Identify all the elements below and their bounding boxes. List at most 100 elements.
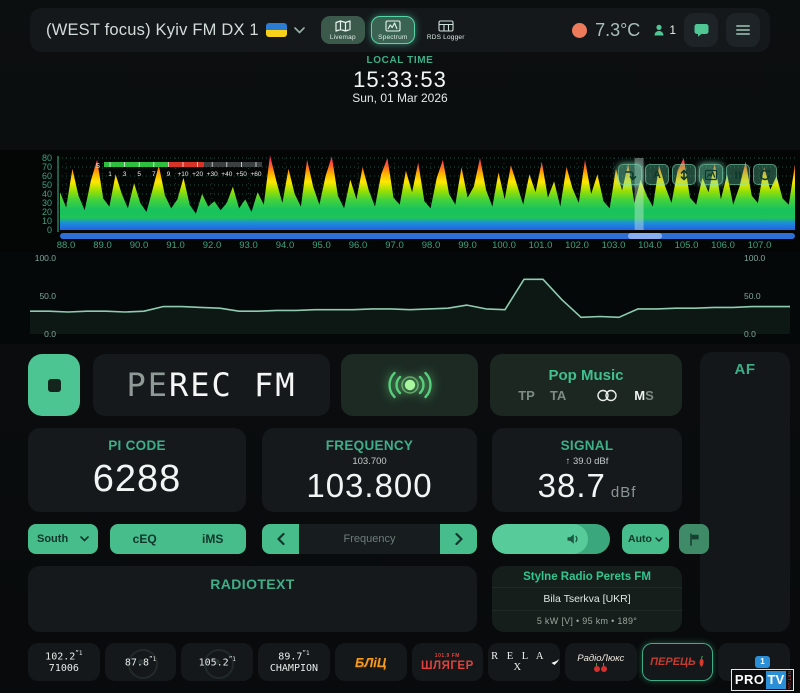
- relax-logo: R E L A X: [488, 651, 560, 673]
- preset-button-blits[interactable]: БЛіЦ: [335, 643, 407, 681]
- pause-icon: [731, 168, 745, 182]
- ms-flag: MS: [634, 388, 654, 403]
- spectrum-button[interactable]: Spectrum: [371, 16, 415, 44]
- pepper-icon: [698, 656, 705, 668]
- stop-square-icon: [48, 379, 61, 392]
- radio-lux-logo: РадіоЛюкс: [577, 653, 624, 664]
- temperature-value: 7.3°C: [595, 20, 640, 41]
- svg-text:+60: +60: [250, 171, 261, 178]
- frequency-value: 103.800: [262, 467, 477, 505]
- svg-text:0.0: 0.0: [744, 329, 756, 339]
- local-time-block: LOCAL TIME 15:33:53 Sun, 01 Mar 2026: [0, 55, 800, 106]
- local-time-label: LOCAL TIME: [0, 55, 800, 67]
- auto-mode-button[interactable]: A: [645, 164, 669, 185]
- signal-history-graph: 100.0100.050.050.00.00.0: [0, 252, 800, 344]
- signal-number: 38.7: [538, 467, 606, 504]
- broadcast-icon: [378, 370, 442, 400]
- rds-flags: TP TA MS: [518, 388, 654, 403]
- volume-slider[interactable]: [492, 524, 610, 554]
- menu-button[interactable]: [726, 13, 760, 47]
- station-location: Bila Tserkva [UKR]: [543, 593, 630, 605]
- pty-value: Pop Music: [548, 367, 623, 384]
- spectrum-graph[interactable]: 8070605040302010088.089.090.091.092.093.…: [0, 150, 800, 252]
- svg-text:106.0: 106.0: [711, 240, 735, 251]
- chevron-right-icon: [455, 533, 463, 545]
- speaker-icon: [566, 533, 581, 545]
- protv-net-text: NET.UA: [786, 671, 792, 689]
- preset-button-shlyager[interactable]: 101.9 FM ШЛЯГЕР: [412, 643, 484, 681]
- eq-ims-toggle-group: cEQ iMS: [110, 524, 246, 554]
- graph-mode-button[interactable]: [699, 164, 723, 185]
- chevron-down-icon: [294, 27, 305, 34]
- shlyager-logo: ШЛЯГЕР: [421, 660, 474, 672]
- user-icon: [652, 23, 666, 37]
- preset-bar: 102.2”1 71006 87.8”1 105.2”1 89.7”1 CHAM…: [28, 643, 790, 681]
- server-selector[interactable]: (WEST focus) Kyiv FM DX 1: [46, 21, 305, 40]
- tp-flag: TP: [518, 388, 535, 403]
- ta-flag: TA: [550, 388, 566, 403]
- svg-text:92.0: 92.0: [203, 240, 222, 251]
- broadcast-watermark-icon: [128, 649, 158, 679]
- signal-panel: SIGNAL ↑ 39.0 dBf 38.7dBf: [492, 428, 682, 512]
- preset-button-lux[interactable]: РадіоЛюкс: [565, 643, 637, 681]
- svg-text:+40: +40: [221, 171, 232, 178]
- audio-stop-button[interactable]: [28, 354, 80, 416]
- listener-count: 1: [652, 23, 676, 37]
- flag-button[interactable]: [679, 524, 709, 554]
- ims-toggle[interactable]: iMS: [202, 532, 223, 546]
- preset-button-1[interactable]: 102.2”1 71006: [28, 643, 100, 681]
- preset-button-relax[interactable]: R E L A X: [488, 643, 560, 681]
- svg-text:90.0: 90.0: [130, 240, 149, 251]
- topbar-nav: Livemap Spectrum RDS Logger: [321, 16, 471, 44]
- preset-button-2[interactable]: 87.8”1: [105, 643, 177, 681]
- svg-text:9: 9: [167, 171, 171, 178]
- preset-button-4[interactable]: 89.7”1 CHAMPION: [258, 643, 330, 681]
- chat-button[interactable]: [684, 13, 718, 47]
- pause-button[interactable]: [726, 164, 750, 185]
- frequency-label: FREQUENCY: [262, 438, 477, 453]
- signal-unit: dBf: [611, 484, 637, 501]
- pi-code-value: 6288: [28, 458, 246, 501]
- svg-text:+50: +50: [236, 171, 247, 178]
- svg-text:3: 3: [123, 171, 127, 178]
- mode-select[interactable]: Auto: [622, 524, 669, 554]
- svg-text:+20: +20: [192, 171, 203, 178]
- svg-text:98.0: 98.0: [422, 240, 441, 251]
- frequency-input[interactable]: Frequency: [299, 524, 440, 554]
- preset-button-3[interactable]: 105.2”1: [181, 643, 253, 681]
- svg-text:89.0: 89.0: [93, 240, 112, 251]
- broadcast-watermark-icon: [204, 649, 234, 679]
- chevron-down-icon: [655, 537, 663, 542]
- temperature-dot-icon: [572, 23, 587, 38]
- svg-text:50.0: 50.0: [39, 291, 56, 301]
- vertical-scale-button[interactable]: [672, 164, 696, 185]
- antenna-value: South: [37, 533, 68, 545]
- svg-text:96.0: 96.0: [349, 240, 368, 251]
- tune-up-button[interactable]: [440, 524, 477, 554]
- svg-text:105.0: 105.0: [675, 240, 699, 251]
- rds-logger-button[interactable]: RDS Logger: [421, 16, 471, 44]
- protv-logo: PRO TV NET.UA: [731, 669, 794, 691]
- shlyager-frequency: 101.9 FM: [435, 653, 460, 659]
- local-date: Sun, 01 Mar 2026: [0, 92, 800, 106]
- svg-text:94.0: 94.0: [276, 240, 295, 251]
- chevron-left-icon: [277, 533, 285, 545]
- frequency-panel: FREQUENCY 103.700 103.800: [262, 428, 477, 512]
- tune-down-button[interactable]: [262, 524, 299, 554]
- server-title: (WEST focus) Kyiv FM DX 1: [46, 21, 259, 40]
- antenna-select[interactable]: South: [28, 524, 98, 554]
- snap-to-peak-button[interactable]: [618, 164, 642, 185]
- refresh-button[interactable]: [753, 164, 777, 185]
- svg-text:+10: +10: [177, 171, 188, 178]
- svg-text:97.0: 97.0: [385, 240, 404, 251]
- pty-panel: Pop Music TP TA MS: [490, 354, 682, 416]
- pi-code-label: PI CODE: [28, 438, 246, 453]
- letter-a-icon: A: [653, 169, 661, 181]
- eq-toggle[interactable]: cEQ: [133, 532, 157, 546]
- preset-button-perets[interactable]: ПЕРЕЦЬ: [642, 643, 714, 681]
- livemap-button[interactable]: Livemap: [321, 16, 365, 44]
- topbar: (WEST focus) Kyiv FM DX 1 Livemap Spectr…: [30, 8, 770, 52]
- listener-count-value: 1: [669, 23, 676, 37]
- perets-logo: ПЕРЕЦЬ: [650, 656, 705, 668]
- area-chart-icon: [704, 168, 718, 182]
